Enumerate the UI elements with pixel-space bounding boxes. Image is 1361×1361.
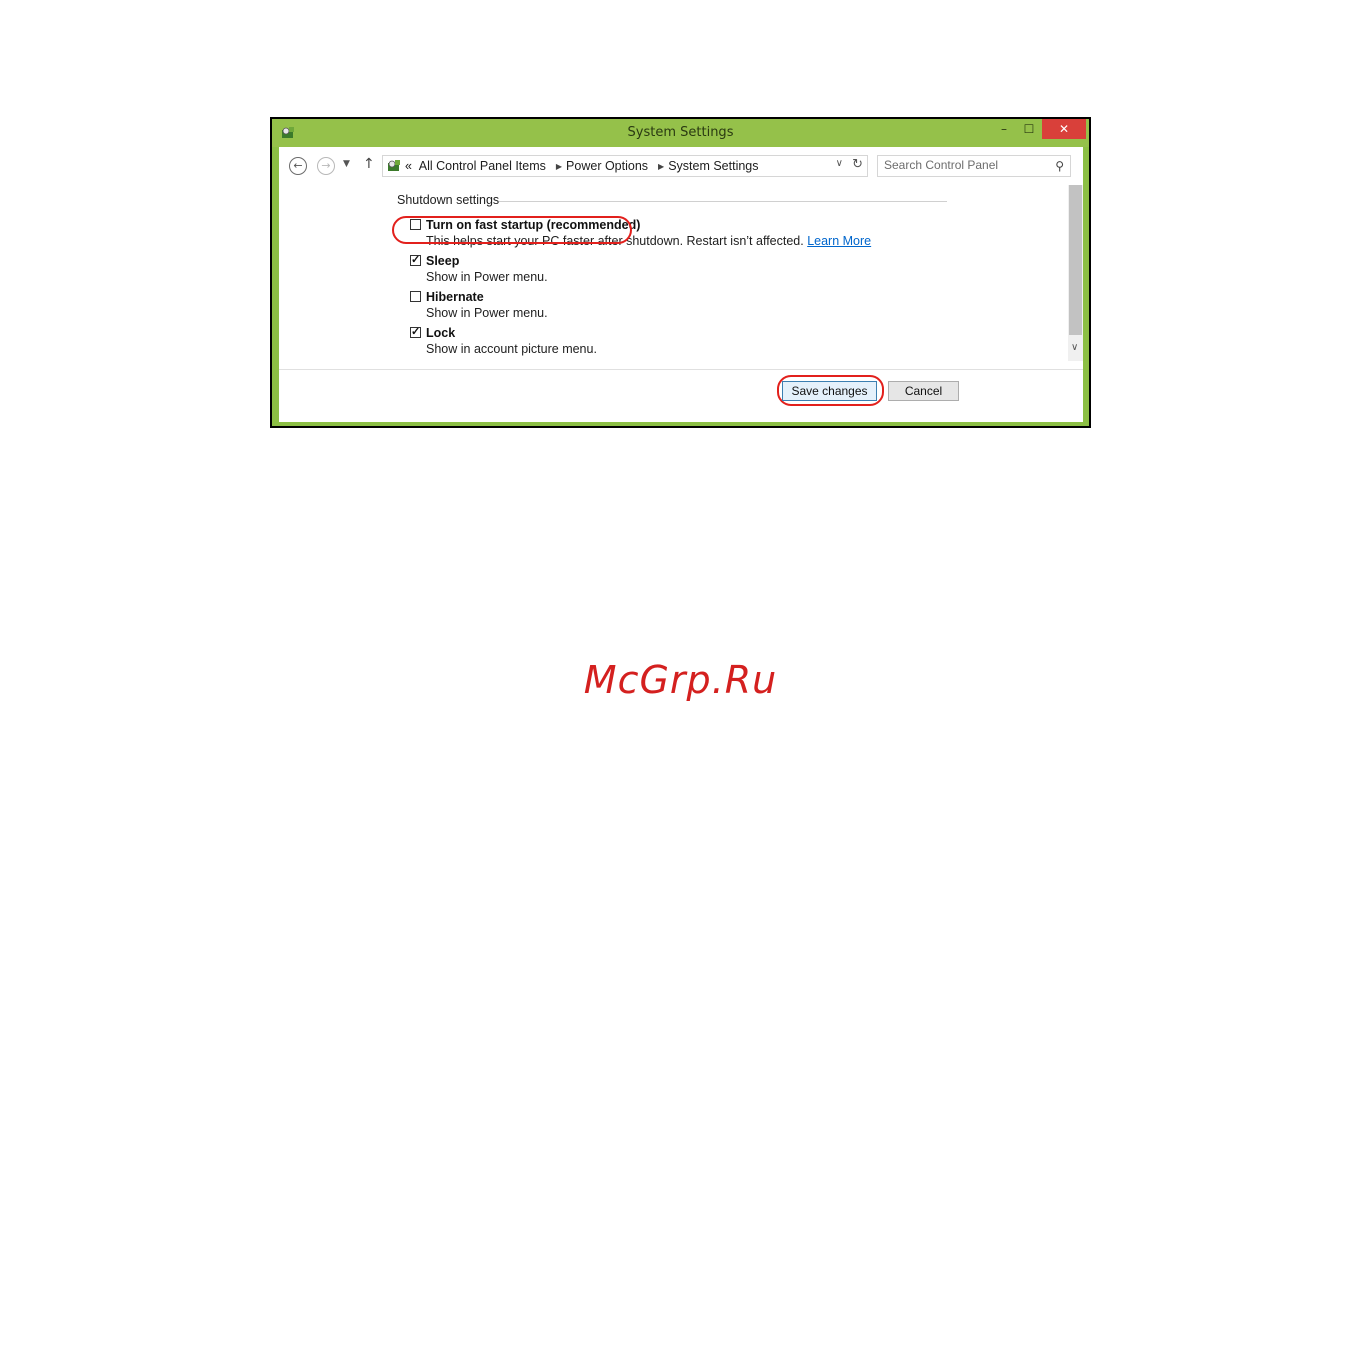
search-box[interactable]: ⚲ — [877, 155, 1071, 177]
hibernate-checkbox[interactable] — [410, 291, 421, 302]
vertical-scrollbar[interactable]: ∨ — [1068, 185, 1083, 361]
chevron-down-icon[interactable]: ∨ — [836, 158, 843, 169]
back-button[interactable]: ← — [289, 157, 307, 175]
chevron-down-icon[interactable]: ∨ — [1071, 342, 1078, 353]
forward-button[interactable]: → — [317, 157, 335, 175]
address-bar[interactable]: « All Control Panel Items ▶ Power Options ▶… — [382, 155, 868, 177]
recent-locations-icon[interactable]: ▼ — [343, 159, 350, 169]
search-input[interactable] — [884, 158, 1044, 172]
breadcrumb-item[interactable]: All Control Panel Items — [419, 159, 546, 173]
refresh-icon[interactable]: ↻ — [852, 157, 863, 172]
save-changes-button[interactable]: Save changes — [782, 381, 877, 401]
scroll-thumb[interactable] — [1069, 185, 1082, 335]
breadcrumb-item[interactable]: System Settings — [668, 159, 758, 173]
hibernate-label[interactable]: Hibernate — [426, 290, 484, 304]
up-button[interactable]: ↑ — [363, 156, 375, 172]
window-client-area: ← → ▼ ↑ « All Control Panel Items ▶ Power … — [279, 147, 1083, 422]
watermark: McGrp.Ru — [583, 658, 778, 702]
section-title: Shutdown settings — [397, 193, 500, 207]
sleep-description: Show in Power menu. — [426, 270, 548, 284]
footer-bar: Save changes Cancel — [279, 369, 1083, 422]
lock-checkbox[interactable]: ✓ — [410, 327, 421, 338]
title-bar: System Settings – ☐ ✕ — [272, 119, 1089, 147]
lock-label[interactable]: Lock — [426, 326, 455, 340]
close-button[interactable]: ✕ — [1042, 119, 1086, 139]
learn-more-link[interactable]: Learn More — [807, 234, 871, 248]
window-title: System Settings — [627, 125, 734, 140]
cancel-button[interactable]: Cancel — [888, 381, 959, 401]
settings-content: Shutdown settings Turn on fast startup (… — [279, 185, 1083, 361]
breadcrumb-item[interactable]: Power Options — [566, 159, 648, 173]
hibernate-description: Show in Power menu. — [426, 306, 548, 320]
lock-description: Show in account picture menu. — [426, 342, 597, 356]
control-panel-icon — [388, 160, 400, 171]
breadcrumb-overflow[interactable]: « — [405, 159, 412, 173]
search-icon[interactable]: ⚲ — [1055, 159, 1064, 173]
divider — [499, 201, 947, 202]
highlight-annotation — [392, 216, 632, 244]
chevron-right-icon[interactable]: ▶ — [658, 162, 664, 171]
maximize-button[interactable]: ☐ — [1014, 119, 1044, 139]
system-settings-window: System Settings – ☐ ✕ ← → ▼ ↑ « All Cont… — [270, 117, 1091, 428]
sleep-checkbox[interactable]: ✓ — [410, 255, 421, 266]
breadcrumb: « All Control Panel Items ▶ Power Options ▶… — [405, 159, 763, 173]
chevron-right-icon[interactable]: ▶ — [556, 162, 562, 171]
navigation-bar: ← → ▼ ↑ « All Control Panel Items ▶ Power … — [279, 147, 1083, 185]
sleep-label[interactable]: Sleep — [426, 254, 459, 268]
